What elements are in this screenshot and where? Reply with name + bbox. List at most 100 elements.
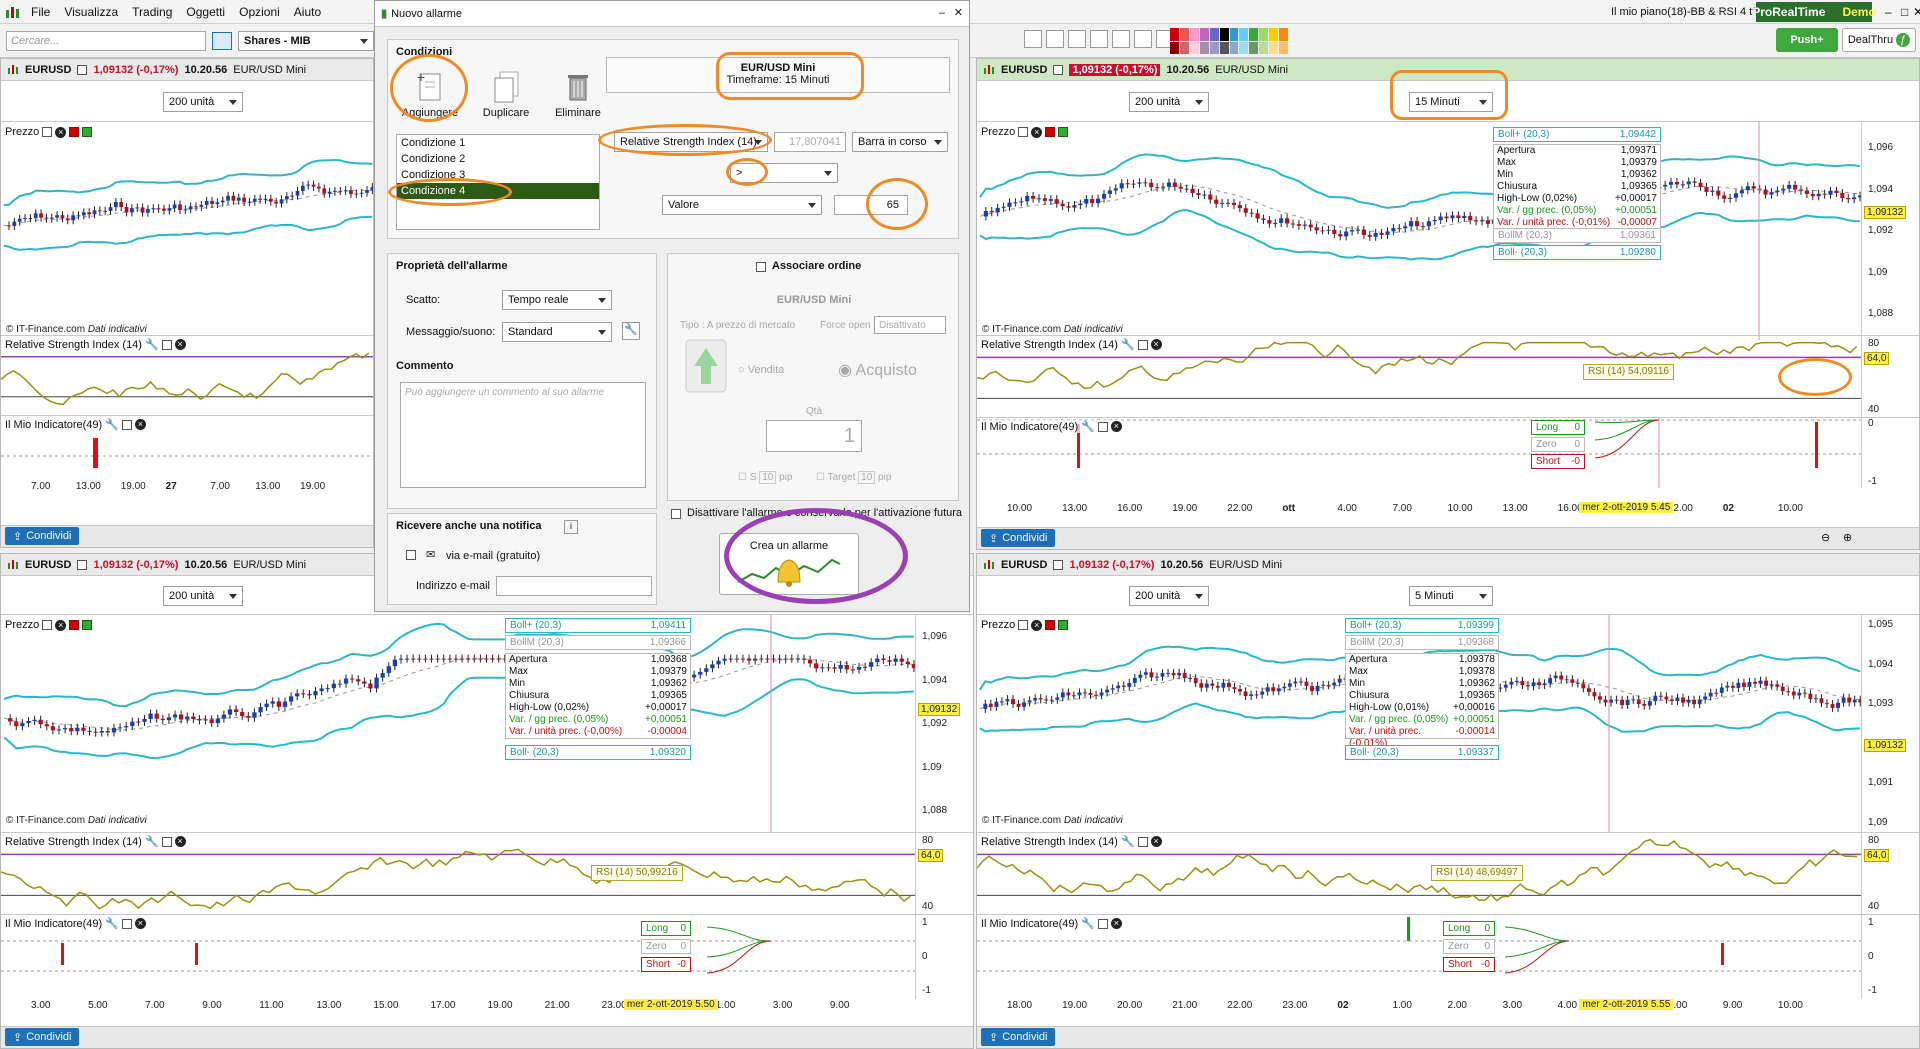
add-indicator-icon[interactable] bbox=[69, 127, 80, 137]
menu-trading[interactable]: Trading bbox=[125, 5, 179, 19]
close-icon[interactable]: × bbox=[55, 126, 67, 138]
line-tool-icon[interactable] bbox=[1046, 30, 1064, 48]
close-icon[interactable]: × bbox=[1031, 619, 1043, 631]
condition-item[interactable]: Condizione 1 bbox=[397, 135, 599, 151]
window-icon[interactable] bbox=[121, 918, 132, 929]
window-icon[interactable] bbox=[1097, 421, 1108, 432]
duplicate-condition-button[interactable]: Duplicare bbox=[476, 70, 536, 119]
window-icon[interactable] bbox=[42, 620, 53, 630]
chart-type-icon[interactable] bbox=[983, 64, 995, 76]
qty-input[interactable]: 1 bbox=[766, 420, 862, 452]
wrench-icon[interactable]: 🔧 bbox=[1121, 835, 1135, 848]
close-icon[interactable]: × bbox=[1150, 836, 1162, 847]
target-option[interactable]: ☐ Target 10 pip bbox=[816, 471, 891, 484]
indicator-select[interactable]: Relative Strength Index (14) bbox=[614, 132, 768, 152]
window-icon[interactable] bbox=[121, 419, 132, 430]
add-condition-button[interactable]: + Aggiungere bbox=[400, 69, 460, 119]
units-select[interactable]: 200 unità bbox=[163, 586, 243, 606]
condition-item[interactable]: Condizione 3 bbox=[397, 167, 599, 183]
properties-icon[interactable] bbox=[1058, 127, 1069, 137]
wrench-icon[interactable]: 🔧 bbox=[105, 418, 119, 431]
window-icon[interactable] bbox=[42, 127, 53, 137]
operator-select[interactable]: > bbox=[730, 163, 838, 183]
zoom-in-icon[interactable]: ⊕ bbox=[1843, 531, 1852, 544]
push-button[interactable]: Push+ bbox=[1776, 28, 1838, 52]
menu-file[interactable]: File bbox=[24, 5, 57, 19]
close-app-button[interactable]: ✕ bbox=[1906, 5, 1920, 19]
window-icon[interactable] bbox=[1097, 918, 1108, 929]
wrench-icon[interactable]: 🔧 bbox=[105, 917, 119, 930]
condition-item-selected[interactable]: Condizione 4 bbox=[397, 183, 599, 199]
associate-order-checkbox[interactable] bbox=[756, 262, 766, 272]
chart-type-icon[interactable] bbox=[7, 64, 19, 76]
message-select[interactable]: Standard bbox=[502, 322, 612, 342]
sell-radio[interactable]: ○ Vendita bbox=[738, 364, 784, 376]
info-icon[interactable]: i bbox=[564, 520, 578, 534]
menu-oggetti[interactable]: Oggetti bbox=[179, 5, 232, 19]
search-input[interactable]: Cercare... bbox=[6, 31, 206, 51]
units-select[interactable]: 200 unità bbox=[163, 92, 243, 112]
text-tool-icon[interactable] bbox=[1134, 30, 1152, 48]
panel-symbol[interactable]: EURUSD bbox=[25, 559, 71, 571]
fibonacci-tool-icon[interactable] bbox=[1090, 30, 1108, 48]
window-icon[interactable] bbox=[1137, 339, 1148, 350]
panel-symbol[interactable]: EURUSD bbox=[1001, 559, 1047, 571]
units-select[interactable]: 200 unità bbox=[1129, 92, 1209, 112]
bar-select[interactable]: Barra in corso bbox=[852, 132, 948, 152]
cursor-tool-icon[interactable] bbox=[1024, 30, 1042, 48]
zoom-out-icon[interactable]: ⊖ bbox=[1821, 531, 1830, 544]
add-indicator-icon[interactable] bbox=[1045, 127, 1056, 137]
stop-option[interactable]: ☐ S 10 pip bbox=[738, 471, 792, 484]
dialog-close-button[interactable]: ✕ bbox=[954, 6, 963, 19]
channel-tool-icon[interactable] bbox=[1112, 30, 1130, 48]
threshold-input[interactable]: 65 bbox=[834, 195, 908, 215]
timeframe-select[interactable]: 5 Minuti bbox=[1409, 586, 1493, 606]
properties-icon[interactable] bbox=[1058, 620, 1069, 630]
close-icon[interactable]: × bbox=[1150, 339, 1162, 350]
dealthru-button[interactable]: DealThru ƒ bbox=[1842, 28, 1916, 52]
buy-radio[interactable]: ◉ Acquisto bbox=[838, 360, 917, 380]
close-icon[interactable]: × bbox=[134, 918, 146, 929]
units-select[interactable]: 200 unità bbox=[1129, 586, 1209, 606]
settings-wrench-icon[interactable]: 🔧 bbox=[622, 322, 640, 340]
market-select[interactable]: Shares - MIB bbox=[238, 31, 374, 51]
close-icon[interactable]: × bbox=[134, 419, 146, 430]
window-icon[interactable] bbox=[161, 339, 172, 350]
email-checkbox[interactable] bbox=[406, 550, 416, 560]
wrench-icon[interactable]: 🔧 bbox=[1081, 917, 1095, 930]
share-button[interactable]: ⇪ Condividi bbox=[5, 1028, 80, 1046]
close-icon[interactable]: × bbox=[1110, 918, 1122, 929]
menu-aiuto[interactable]: Aiuto bbox=[287, 5, 328, 19]
share-button[interactable]: ⇪ Condividi bbox=[981, 529, 1056, 547]
close-icon[interactable]: × bbox=[174, 836, 186, 847]
wrench-icon[interactable]: 🔧 bbox=[145, 835, 159, 848]
condition-item[interactable]: Condizione 2 bbox=[397, 151, 599, 167]
share-button[interactable]: ⇪ Condividi bbox=[5, 527, 80, 545]
trend-tool-icon[interactable] bbox=[1068, 30, 1086, 48]
order-direction-icon[interactable] bbox=[684, 338, 728, 394]
menu-opzioni[interactable]: Opzioni bbox=[232, 5, 287, 19]
trigger-select[interactable]: Tempo reale bbox=[502, 290, 612, 310]
create-alert-button[interactable]: Crea un allarme bbox=[719, 533, 859, 595]
dialog-minimize-button[interactable]: – bbox=[939, 7, 945, 19]
info-icon[interactable] bbox=[77, 64, 88, 75]
info-icon[interactable] bbox=[77, 559, 88, 570]
info-icon[interactable] bbox=[1053, 559, 1064, 570]
panel-symbol[interactable]: EURUSD bbox=[1001, 64, 1047, 76]
add-indicator-icon[interactable] bbox=[69, 620, 80, 630]
disable-alert-checkbox[interactable] bbox=[671, 509, 681, 519]
share-button[interactable]: ⇪ Condividi bbox=[981, 1028, 1056, 1046]
email-address-input[interactable] bbox=[496, 576, 652, 596]
window-icon[interactable] bbox=[1018, 127, 1029, 137]
value-type-select[interactable]: Valore bbox=[662, 195, 822, 215]
timeframe-select[interactable]: 15 Minuti bbox=[1409, 92, 1493, 112]
wrench-icon[interactable]: 🔧 bbox=[1081, 420, 1095, 433]
close-icon[interactable]: × bbox=[1031, 126, 1043, 138]
color-palette[interactable] bbox=[1170, 28, 1288, 54]
close-icon[interactable]: × bbox=[174, 339, 186, 350]
screener-icon[interactable] bbox=[212, 32, 232, 50]
close-icon[interactable]: × bbox=[1110, 421, 1122, 432]
force-open-select[interactable]: Disattivato bbox=[874, 316, 946, 334]
window-icon[interactable] bbox=[161, 836, 172, 847]
window-icon[interactable] bbox=[1137, 836, 1148, 847]
